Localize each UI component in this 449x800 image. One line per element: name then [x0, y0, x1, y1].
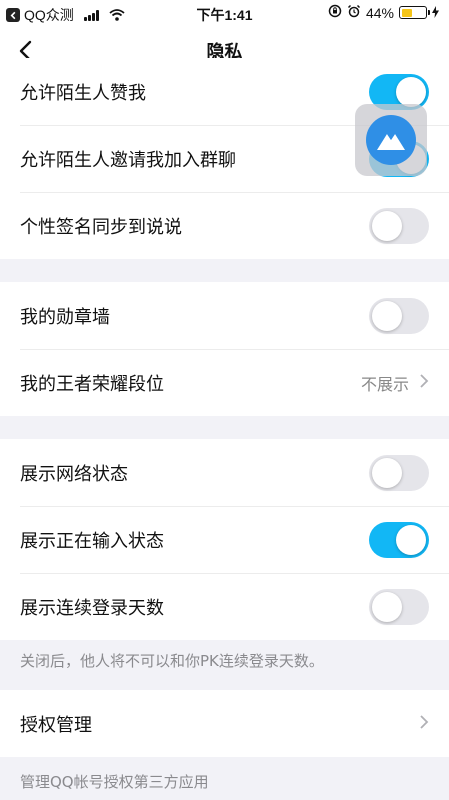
battery-icon: [399, 6, 430, 19]
row-label: 展示网络状态: [20, 463, 128, 485]
row-label: 允许陌生人邀请我加入群聊: [20, 149, 236, 171]
battery-percent: 44%: [365, 4, 394, 21]
row-authorization-management[interactable]: 授权管理: [0, 690, 449, 757]
row-show-typing-status[interactable]: 展示正在输入状态: [0, 506, 449, 573]
row-show-network-status[interactable]: 展示网络状态: [0, 439, 449, 506]
row-honor-of-kings-rank[interactable]: 我的王者荣耀段位 不展示: [0, 349, 449, 416]
row-label: 允许陌生人赞我: [20, 82, 146, 104]
floating-assistant-button[interactable]: [355, 104, 427, 176]
settings-group-status: 展示网络状态 展示正在输入状态 展示连续登录天数: [0, 439, 449, 640]
row-signature-sync[interactable]: 个性签名同步到说说: [0, 192, 449, 259]
authorization-note: 管理QQ帐号授权第三方应用: [0, 757, 449, 800]
chevron-right-icon: [419, 373, 429, 393]
settings-group-authorization: 授权管理: [0, 690, 449, 757]
status-right: 44%: [328, 4, 439, 21]
section-divider: [0, 259, 449, 282]
toggle-show-typing-status[interactable]: [369, 521, 429, 558]
login-streak-note: 关闭后，他人将不可以和你PK连续登录天数。: [0, 640, 449, 690]
row-show-login-streak[interactable]: 展示连续登录天数: [0, 573, 449, 640]
floating-assistant-icon: [366, 115, 416, 165]
rank-visibility-value: 不展示: [360, 374, 409, 394]
toggle-badge-wall[interactable]: [369, 297, 429, 334]
row-label: 我的王者荣耀段位: [20, 373, 164, 395]
orientation-lock-icon: [328, 4, 342, 21]
section-divider: [0, 416, 449, 439]
row-badge-wall[interactable]: 我的勋章墙: [0, 282, 449, 349]
row-label: 授权管理: [20, 714, 92, 736]
row-label: 个性签名同步到说说: [20, 216, 182, 238]
status-bar: QQ众测 下午1:41 44%: [0, 0, 449, 26]
settings-group-badges: 我的勋章墙 我的王者荣耀段位 不展示: [0, 282, 449, 416]
toggle-show-login-streak[interactable]: [369, 588, 429, 625]
chevron-right-icon: [419, 714, 429, 734]
charging-icon: [432, 5, 439, 21]
alarm-icon: [347, 4, 361, 21]
settings-list: 允许陌生人赞我 允许陌生人邀请我加入群聊 个性签名同步到说说 我的勋章墙 我的王…: [0, 58, 449, 800]
row-label: 展示正在输入状态: [20, 530, 164, 552]
toggle-signature-sync[interactable]: [369, 207, 429, 244]
row-label: 我的勋章墙: [20, 306, 110, 328]
toggle-show-network-status[interactable]: [369, 454, 429, 491]
row-label: 展示连续登录天数: [20, 597, 164, 619]
